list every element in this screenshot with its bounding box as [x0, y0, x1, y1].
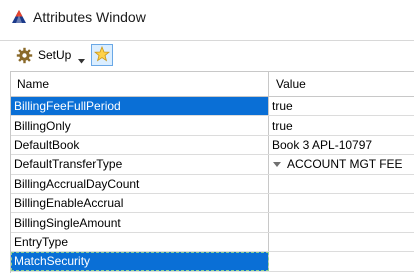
attribute-name-cell[interactable]: BillingFeeFullPeriod	[11, 97, 269, 116]
attribute-value-cell[interactable]	[269, 175, 414, 193]
favorite-star-button[interactable]	[91, 44, 114, 66]
window-title: Attributes Window	[33, 9, 146, 25]
attributes-window: Attributes Window SetUp Name Value Billi…	[0, 0, 414, 273]
attribute-value-cell[interactable]: true	[269, 116, 414, 134]
attribute-value-cell[interactable]	[269, 213, 414, 231]
attribute-value-cell[interactable]	[269, 252, 414, 270]
attribute-name-cell[interactable]: BillingAccrualDayCount	[11, 174, 269, 193]
toolbar: SetUp	[0, 40, 414, 69]
table-row[interactable]: EntryType	[11, 232, 414, 253]
star-icon	[94, 45, 111, 65]
table-row[interactable]: BillingEnableAccrual	[11, 193, 414, 214]
triangle-logo-icon	[11, 9, 27, 25]
table-row[interactable]: BillingAccrualDayCount	[11, 174, 414, 194]
attribute-value-cell[interactable]	[269, 194, 414, 212]
attribute-value-dropdown[interactable]: ACCOUNT MGT FEE	[269, 155, 414, 173]
table-row[interactable]: DefaultBook Book 3 APL-10797	[11, 135, 414, 156]
table-row[interactable]: BillingFeeFullPeriod true	[11, 97, 414, 117]
table-row[interactable]: BillingSingleAmount	[11, 213, 414, 233]
dropdown-arrow-icon[interactable]	[273, 161, 281, 167]
attribute-value-cell[interactable]: Book 3 APL-10797	[269, 136, 414, 154]
attribute-name-cell[interactable]: EntryType	[11, 232, 269, 252]
column-header-name[interactable]: Name	[11, 72, 269, 96]
attribute-name-cell[interactable]: DefaultTransferType	[11, 155, 269, 174]
dropdown-value-text: ACCOUNT MGT FEE	[287, 157, 403, 172]
title-bar: Attributes Window	[0, 0, 414, 34]
attribute-name-cell[interactable]: MatchSecurity	[11, 252, 269, 271]
table-row[interactable]: MatchSecurity	[11, 252, 414, 272]
setup-dropdown-button[interactable]: SetUp	[16, 44, 86, 66]
attribute-value-cell[interactable]: true	[269, 97, 414, 115]
chevron-down-icon	[78, 53, 86, 63]
table-row[interactable]: BillingOnly true	[11, 116, 414, 136]
column-header-value[interactable]: Value	[269, 72, 414, 96]
attribute-name-cell[interactable]: BillingEnableAccrual	[11, 193, 269, 213]
attributes-grid: Name Value BillingFeeFullPeriod true Bil…	[10, 71, 414, 273]
attribute-name-cell[interactable]: BillingSingleAmount	[11, 213, 269, 232]
table-row[interactable]: DefaultTransferType ACCOUNT MGT FEE	[11, 155, 414, 175]
attribute-name-cell[interactable]: BillingOnly	[11, 116, 269, 135]
attribute-value-cell[interactable]	[269, 233, 414, 251]
attribute-name-cell[interactable]: DefaultBook	[11, 135, 269, 155]
setup-label: SetUp	[38, 48, 72, 62]
gear-icon	[16, 47, 33, 64]
grid-header: Name Value	[11, 72, 414, 97]
